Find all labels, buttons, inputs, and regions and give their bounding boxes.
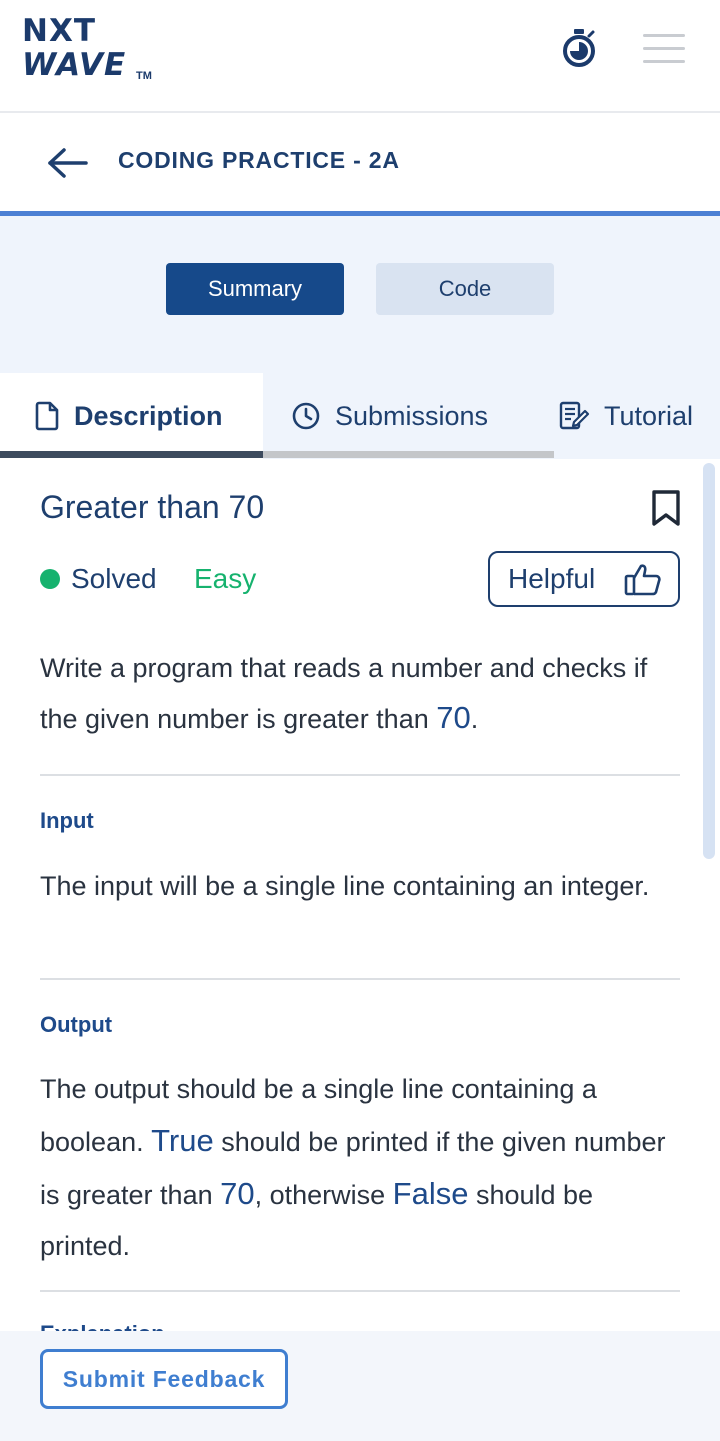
solved-status-dot: [40, 569, 60, 589]
status-badge: Solved: [71, 563, 157, 594]
problem-title: Greater than 70: [40, 489, 265, 525]
hamburger-menu-icon[interactable]: [643, 34, 689, 66]
section-divider: [40, 774, 680, 776]
statement-highlight-number: 70: [436, 700, 471, 735]
practice-title: CODING PRACTICE - 2A: [118, 147, 400, 173]
tab-tutorial-label: Tutorial: [604, 400, 694, 431]
problem-statement: Write a program that reads a number and …: [40, 644, 680, 744]
notes-icon: [559, 401, 590, 430]
thumbs-up-icon: [624, 564, 661, 596]
statement-end: .: [470, 704, 479, 734]
submit-feedback-button[interactable]: Submit Feedback: [40, 1349, 288, 1409]
arrow-left-icon[interactable]: [46, 145, 90, 181]
statement-text: Write a program that reads a number and …: [40, 653, 648, 734]
document-icon: [35, 401, 59, 431]
logo-text-line1: NXT: [22, 13, 96, 49]
active-tab-indicator: [0, 451, 263, 458]
output-description: The output should be a single line conta…: [40, 1064, 680, 1272]
code-button[interactable]: Code: [376, 263, 554, 315]
practice-header: CODING PRACTICE - 2A: [0, 115, 720, 213]
output-highlight-number: 70: [220, 1176, 255, 1211]
output-heading: Output: [40, 1012, 113, 1037]
scrollbar[interactable]: [703, 463, 715, 859]
input-description: The input will be a single line containi…: [40, 871, 650, 901]
tab-tutorial[interactable]: Tutorial: [554, 373, 720, 459]
helpful-label: Helpful: [508, 563, 596, 594]
tab-description-label: Description: [74, 400, 223, 431]
nxtwave-logo[interactable]: NXT WAVE TM: [22, 14, 162, 84]
bookmark-icon[interactable]: [650, 489, 682, 527]
difficulty-badge: Easy: [194, 563, 257, 594]
feedback-bar: Submit Feedback: [0, 1331, 720, 1441]
output-text-c: , otherwise: [254, 1180, 393, 1210]
tab-description[interactable]: Description: [0, 373, 263, 459]
logo-text-line2: WAVE: [22, 47, 127, 83]
stopwatch-icon[interactable]: [560, 28, 598, 68]
top-navbar: NXT WAVE TM: [0, 0, 720, 113]
input-heading: Input: [40, 808, 94, 833]
section-divider: [40, 1290, 680, 1292]
section-divider: [40, 978, 680, 980]
problem-tabs: Description Submissions Tutorial: [0, 373, 720, 459]
summary-button[interactable]: Summary: [166, 263, 344, 315]
helpful-button[interactable]: Helpful: [488, 551, 680, 607]
clock-icon: [292, 402, 320, 430]
tab-submissions-label: Submissions: [335, 400, 489, 431]
logo-trademark: TM: [136, 70, 152, 82]
tab-submissions[interactable]: Submissions: [263, 373, 554, 459]
output-true-keyword: True: [151, 1123, 214, 1158]
explanation-heading: Explanation: [40, 1321, 165, 1331]
view-toggle: Summary Code: [0, 216, 720, 374]
problem-description-panel: Greater than 70 Solved Easy Helpful Writ…: [0, 459, 720, 1331]
output-false-keyword: False: [392, 1176, 469, 1211]
